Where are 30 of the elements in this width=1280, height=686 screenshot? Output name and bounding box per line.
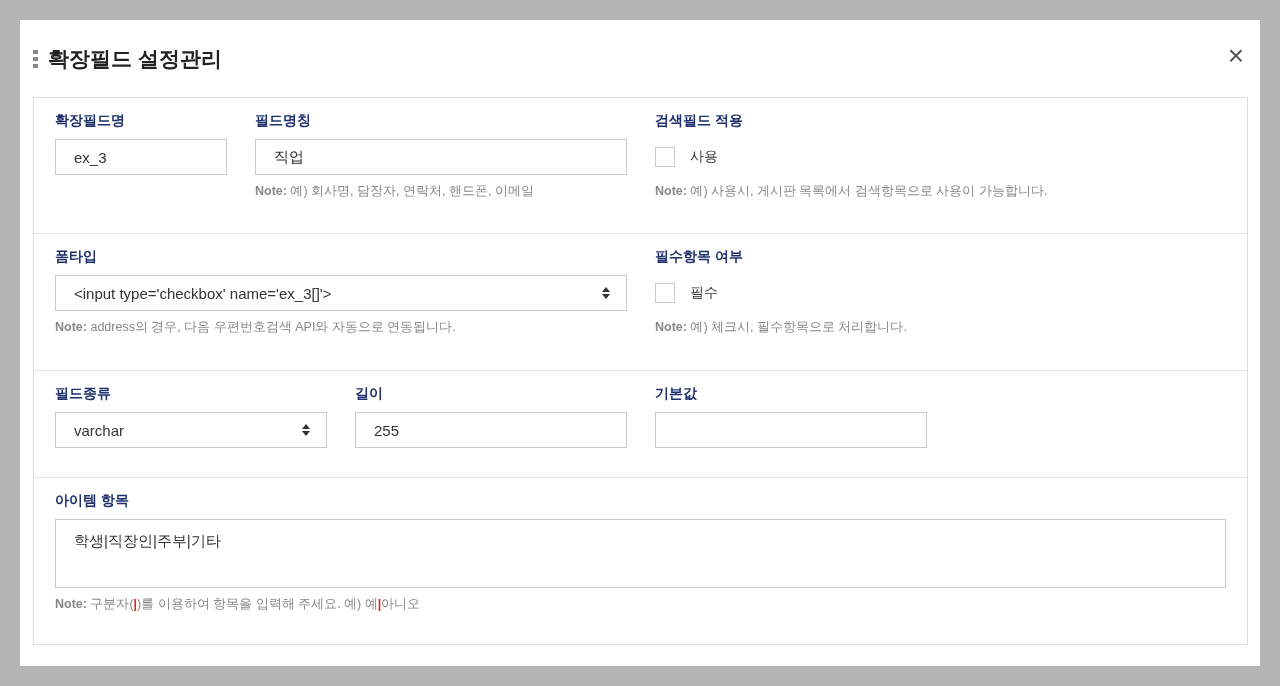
note-text: Note: 예) 사용시, 게시판 목록에서 검색항목으로 사용이 가능합니다. xyxy=(655,183,1049,200)
checkbox[interactable] xyxy=(655,283,675,303)
field-label: 필드종류 xyxy=(55,385,112,403)
field-label: 기본값 xyxy=(655,385,698,403)
text-field[interactable]: 255 xyxy=(355,412,627,448)
text-area[interactable]: 학생|직장인|주부|기타 xyxy=(55,519,1226,588)
note-text: Note: 구분자(|)를 이용하여 항목을 입력해 주세요. 예) 예|아니오 xyxy=(55,596,422,613)
field-label: 길이 xyxy=(355,385,384,403)
text-field[interactable]: ex_3 xyxy=(55,139,227,175)
note-text: Note: 예) 체크시, 필수항목으로 처리합니다. xyxy=(655,319,908,336)
text-field[interactable] xyxy=(655,412,927,448)
checkbox[interactable] xyxy=(655,147,675,167)
checkbox-label[interactable]: 사용 xyxy=(690,148,718,166)
sort-caret-icon xyxy=(602,287,610,299)
dialog-title: 확장필드 설정관리 xyxy=(48,45,223,72)
close-button[interactable]: × xyxy=(1223,41,1248,70)
drag-handle-icon[interactable] xyxy=(33,49,38,68)
note-text: Note: address의 경우, 다음 우편번호검색 API와 자동으로 연동됩니다. xyxy=(55,319,457,336)
field-label: 폼타입 xyxy=(55,248,98,266)
field-label: 검색필드 적용 xyxy=(655,112,744,130)
field-label: 확장필드명 xyxy=(55,112,126,130)
select-field[interactable]: <input type='checkbox' name='ex_3[]'> xyxy=(55,275,627,311)
checkbox-label[interactable]: 필수 xyxy=(690,284,718,302)
sort-caret-icon xyxy=(302,424,310,436)
select-field[interactable]: varchar xyxy=(55,412,327,448)
field-label: 아이템 항목 xyxy=(55,492,130,510)
field-label: 필수항목 여부 xyxy=(655,248,744,266)
field-label: 필드명칭 xyxy=(255,112,312,130)
text-field[interactable]: 직업 xyxy=(255,139,627,175)
note-text: Note: 예) 회사명, 담장자, 연락처, 핸드폰, 이메일 xyxy=(255,183,535,200)
